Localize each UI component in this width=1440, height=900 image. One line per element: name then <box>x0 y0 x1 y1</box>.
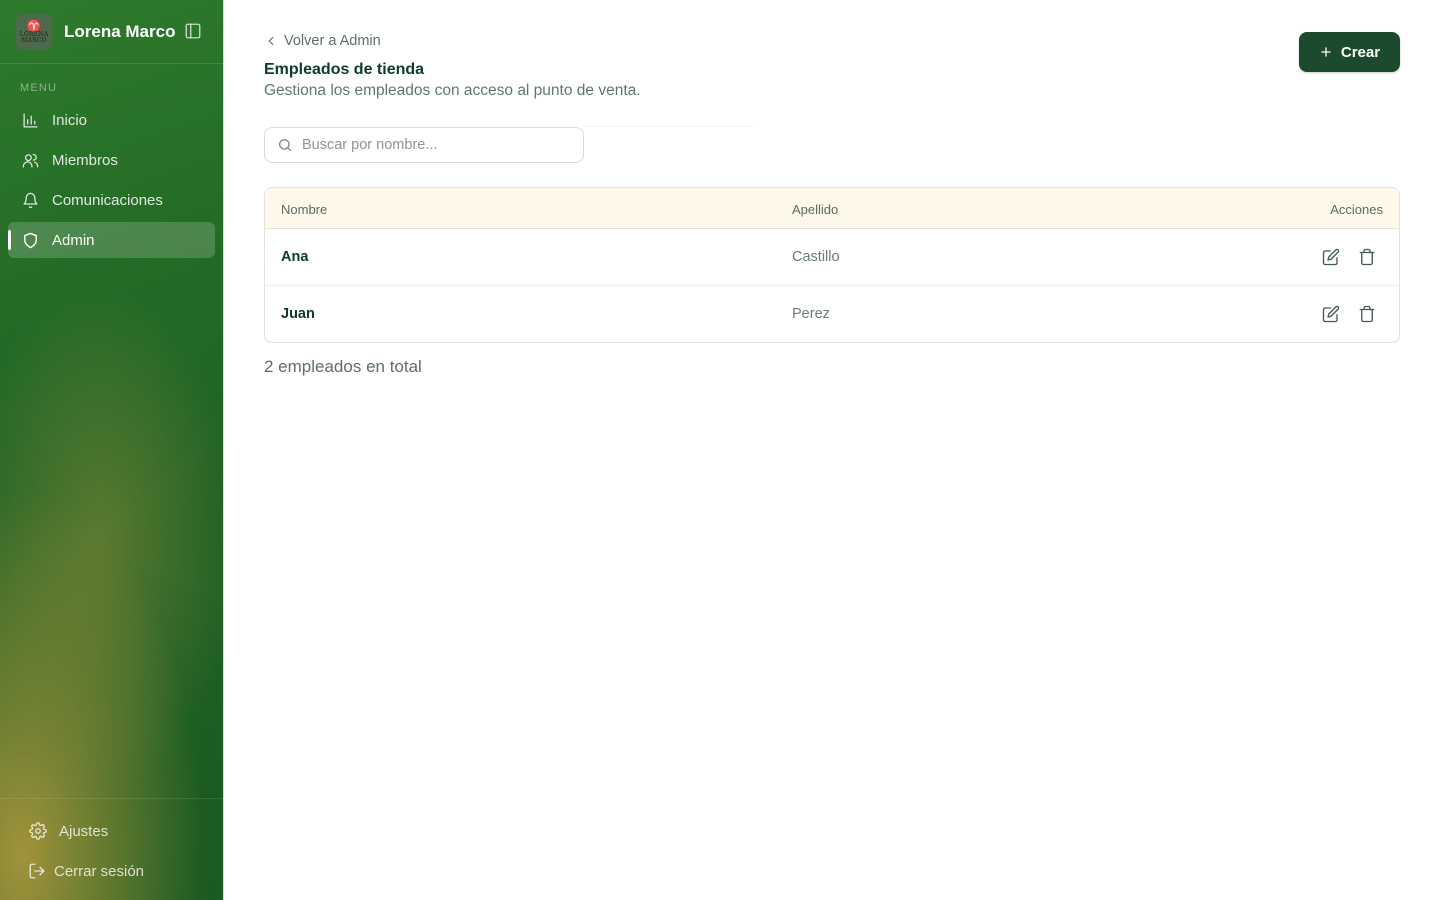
employees-table: Nombre Apellido Acciones Ana Castillo Ju… <box>264 187 1400 343</box>
cell-first-name: Juan <box>281 306 315 322</box>
users-icon <box>22 153 39 168</box>
search-icon <box>279 139 291 151</box>
shield-icon <box>24 232 37 248</box>
page-subtitle: Gestiona los empleados con acceso al pun… <box>264 82 641 99</box>
trash-icon[interactable] <box>1358 305 1376 323</box>
create-button-label: Crear <box>1340 43 1381 61</box>
chevron-left-icon <box>268 36 274 46</box>
page-title: Empleados de tienda <box>264 61 425 78</box>
sidebar-item-miembros[interactable]: Miembros <box>8 142 215 178</box>
logout-link[interactable]: Cerrar sesión <box>28 862 144 880</box>
total-count: 2 empleados en total <box>264 357 422 376</box>
menu-section-label: MENU <box>20 82 58 94</box>
sidebar-item-admin[interactable]: Admin <box>8 222 215 258</box>
column-header-name: Nombre <box>281 202 328 217</box>
sidebar-item-comunicaciones[interactable]: Comunicaciones <box>8 182 215 218</box>
logout-label: Cerrar sesión <box>54 862 145 880</box>
bell-icon <box>23 192 38 208</box>
settings-link[interactable]: Ajustes <box>29 822 108 840</box>
search-box[interactable] <box>264 127 584 163</box>
sidebar-item-label: Comunicaciones <box>52 191 163 209</box>
trash-icon[interactable] <box>1358 248 1376 266</box>
plus-icon <box>1321 47 1331 57</box>
sidebar-item-label: Inicio <box>52 111 88 129</box>
back-to-admin-link[interactable]: Volver a Admin <box>264 33 381 49</box>
edit-icon[interactable] <box>1322 248 1340 266</box>
table-row: Ana Castillo <box>265 229 1399 286</box>
sidebar-item-label: Miembros <box>52 151 118 169</box>
cell-first-name: Ana <box>281 249 309 265</box>
logo-text-bottom: MARCO <box>21 37 47 44</box>
logout-icon <box>29 863 45 879</box>
sidebar-footer: Ajustes Cerrar sesión <box>0 798 224 900</box>
create-employee-button[interactable]: Crear <box>1299 32 1400 72</box>
table-row: Juan Perez <box>265 286 1399 342</box>
column-header-last: Apellido <box>792 202 839 217</box>
settings-label: Ajustes <box>59 822 109 840</box>
bar-chart-icon <box>23 112 38 128</box>
column-header-actions: Acciones <box>1330 202 1383 217</box>
table-header: Nombre Apellido Acciones <box>265 188 1399 229</box>
search-input[interactable] <box>302 137 572 153</box>
brand-name: Lorena Marco <box>64 22 176 41</box>
sidebar-item-label: Admin <box>52 231 95 249</box>
sidebar-toggle-icon[interactable] <box>184 22 202 40</box>
sidebar: ♈ LORENA MARCO Lorena Marco MENU Inicio … <box>0 0 224 900</box>
gear-icon <box>29 822 47 840</box>
brand-header: ♈ LORENA MARCO Lorena Marco <box>0 0 224 64</box>
sidebar-item-inicio[interactable]: Inicio <box>8 102 215 138</box>
search-divider <box>584 126 754 127</box>
back-link-label: Volver a Admin <box>284 33 381 49</box>
cell-last-name: Castillo <box>792 249 840 265</box>
brand-logo: ♈ LORENA MARCO <box>16 14 52 50</box>
cell-last-name: Perez <box>792 306 830 322</box>
edit-icon[interactable] <box>1322 305 1340 323</box>
